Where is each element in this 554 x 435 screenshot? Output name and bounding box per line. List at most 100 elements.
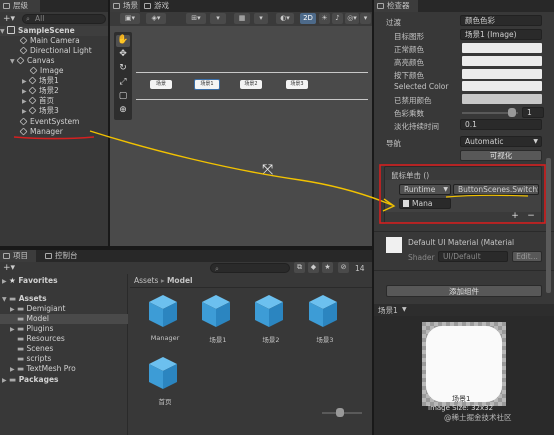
toggle-2d-button[interactable]: 2D (300, 13, 316, 24)
hierarchy-item-main-camera[interactable]: Main Camera (19, 36, 80, 46)
tab-inspector[interactable]: 检查器 (374, 0, 418, 12)
edit-shader-button[interactable]: Edit... (512, 251, 542, 262)
hand-tool-icon[interactable]: ✋ (116, 35, 130, 47)
target-graphic-field[interactable]: 场景1 (Image) (460, 29, 542, 40)
packages-row[interactable]: ▶ ▬ Packages (2, 375, 59, 385)
hierarchy-item-eventsystem[interactable]: EventSystem (19, 117, 79, 127)
highlighted-color-swatch[interactable] (462, 56, 542, 66)
render-mode-button[interactable]: ◈▾ (146, 13, 166, 24)
hierarchy-item-scene2[interactable]: ▶ 场景2 (22, 86, 59, 96)
preview-label: 场景1 (378, 306, 398, 315)
color-multiplier-field[interactable]: 1 (522, 107, 544, 118)
filter-type-icon[interactable]: ⧉ (294, 262, 305, 273)
folder-label: Demigiant (26, 304, 66, 313)
lighting-icon[interactable]: ☀ (319, 13, 330, 24)
hierarchy-item-scene1[interactable]: ▶ 场景1 (22, 76, 59, 86)
breadcrumb-root[interactable]: Assets (134, 276, 158, 285)
target-object-field[interactable]: Mana (399, 198, 451, 209)
scale-tool-icon[interactable]: ⤢ (116, 77, 130, 89)
slider-handle[interactable] (508, 108, 516, 117)
folder-model[interactable]: ▬ Model (0, 314, 128, 324)
chevron-down-icon[interactable]: ▼ (402, 306, 407, 313)
folder-label: Resources (26, 334, 65, 343)
zoom-slider-handle[interactable] (336, 408, 344, 417)
snap-increment-button[interactable]: ▾ (254, 13, 268, 24)
star-icon[interactable]: ★ (322, 262, 333, 273)
hierarchy-item-directional-light[interactable]: Directional Light (19, 46, 92, 56)
add-component-button[interactable]: 添加组件 (386, 285, 542, 297)
remove-event-button[interactable]: − (523, 212, 539, 222)
pressed-color-swatch[interactable] (462, 69, 542, 79)
global-button[interactable]: ▾ (210, 13, 226, 24)
scene-button-0[interactable]: 场景 (150, 80, 172, 89)
preview-sprite (426, 326, 502, 402)
gameobject-icon (28, 76, 37, 85)
transform-tool-icon[interactable]: ⊕ (116, 105, 130, 117)
scene-button-1[interactable]: 场景1 (194, 79, 220, 90)
eye-icon[interactable]: ⊘ (338, 262, 349, 273)
asset-item-scene2[interactable]: 场景2 (246, 294, 296, 346)
assets-row[interactable]: ▼ ▬ Assets (2, 294, 47, 304)
project-search-input[interactable]: ⌕ (210, 263, 290, 273)
add-menu-button[interactable]: +▾ (3, 14, 15, 24)
asset-item-scene3[interactable]: 场景3 (300, 294, 350, 346)
folder-demigiant[interactable]: ▶ ▬ Demigiant (10, 304, 65, 314)
folder-plugins[interactable]: ▶ ▬ Plugins (10, 324, 53, 334)
tab-scene[interactable]: 场景 (110, 0, 140, 12)
favorites-label: Favorites (18, 276, 58, 285)
tab-project[interactable]: 项目 (0, 250, 36, 262)
hierarchy-item-image[interactable]: Image (29, 66, 64, 76)
audio-icon[interactable]: ♪ (332, 13, 343, 24)
disabled-color-swatch[interactable] (462, 94, 542, 104)
pivot-button[interactable]: ⊞▾ (186, 13, 206, 24)
tab-hierarchy[interactable]: 层级 (0, 0, 40, 12)
scene-button-3[interactable]: 场景3 (286, 80, 308, 89)
add-event-button[interactable]: + (507, 212, 523, 222)
hierarchy-search-input[interactable]: ⌕ All (22, 14, 106, 24)
inspector-divider-2 (374, 270, 554, 271)
scene-button-2[interactable]: 场景2 (240, 80, 262, 89)
asset-item-scene1[interactable]: 场景1 (193, 294, 243, 346)
hierarchy-item-label: Directional Light (30, 46, 92, 55)
selected-color-swatch[interactable] (462, 81, 542, 91)
tab-console[interactable]: 控制台 (42, 250, 86, 262)
hierarchy-item-canvas[interactable]: ▼ Canvas (10, 56, 55, 66)
tab-game[interactable]: 游戏 (141, 0, 173, 12)
hierarchy-tabbar: 层级 (0, 0, 108, 12)
asset-item-home[interactable]: 首页 (140, 356, 190, 408)
hierarchy-item-home[interactable]: ▶ 首页 (22, 96, 54, 106)
scene-row[interactable]: ▼ SampleScene (0, 26, 108, 36)
rotate-tool-icon[interactable]: ↻ (116, 63, 130, 75)
folder-textmeshpro[interactable]: ▶ ▬ TextMesh Pro (10, 364, 76, 374)
folder-scenes[interactable]: ▬ Scenes (10, 344, 53, 354)
project-add-button[interactable]: +▾ (3, 263, 15, 273)
asset-item-manager[interactable]: Manager (140, 294, 190, 346)
draw-mode-button[interactable]: ▣▾ (120, 13, 140, 24)
grid-snap-button[interactable]: ▦ (234, 13, 250, 24)
navigation-label: 导航 (386, 139, 401, 148)
shading-sphere-button[interactable]: ◐▾ (276, 13, 294, 24)
filter-label-icon[interactable]: ◆ (308, 262, 319, 273)
hierarchy-item-manager[interactable]: Manager (19, 127, 63, 137)
shader-dropdown[interactable]: UI/Default (438, 251, 508, 262)
navigation-dropdown[interactable]: Automatic ▼ (460, 136, 542, 147)
normal-color-swatch[interactable] (462, 43, 542, 53)
favorites-row[interactable]: ▶ ★ Favorites (2, 276, 58, 286)
runtime-dropdown[interactable]: Runtime ▼ (399, 184, 451, 195)
effects-icon[interactable]: ◎▾ (345, 13, 359, 24)
hierarchy-item-label: 场景2 (39, 86, 59, 95)
breadcrumb-current[interactable]: Model (167, 276, 193, 285)
visualize-button[interactable]: 可视化 (460, 150, 542, 161)
folder-scripts[interactable]: ▬ scripts (10, 354, 51, 364)
hierarchy-item-scene3[interactable]: ▶ 场景3 (22, 106, 59, 116)
folder-resources[interactable]: ▬ Resources (10, 334, 65, 344)
move-tool-icon[interactable]: ✥ (116, 49, 130, 61)
function-dropdown[interactable]: ButtonScenes.SwitchSc (453, 184, 539, 195)
scrollbar[interactable] (546, 158, 551, 293)
rect-tool-icon[interactable]: ▢ (116, 91, 130, 103)
folder-label: Model (26, 314, 50, 323)
tools-overlay: ✋ ✥ ↻ ⤢ ▢ ⊕ (114, 32, 132, 120)
transition-dropdown[interactable]: 颜色色彩 (460, 15, 542, 26)
gizmos-icon[interactable]: ▾ (360, 13, 371, 24)
fade-duration-field[interactable]: 0.1 (460, 119, 542, 130)
